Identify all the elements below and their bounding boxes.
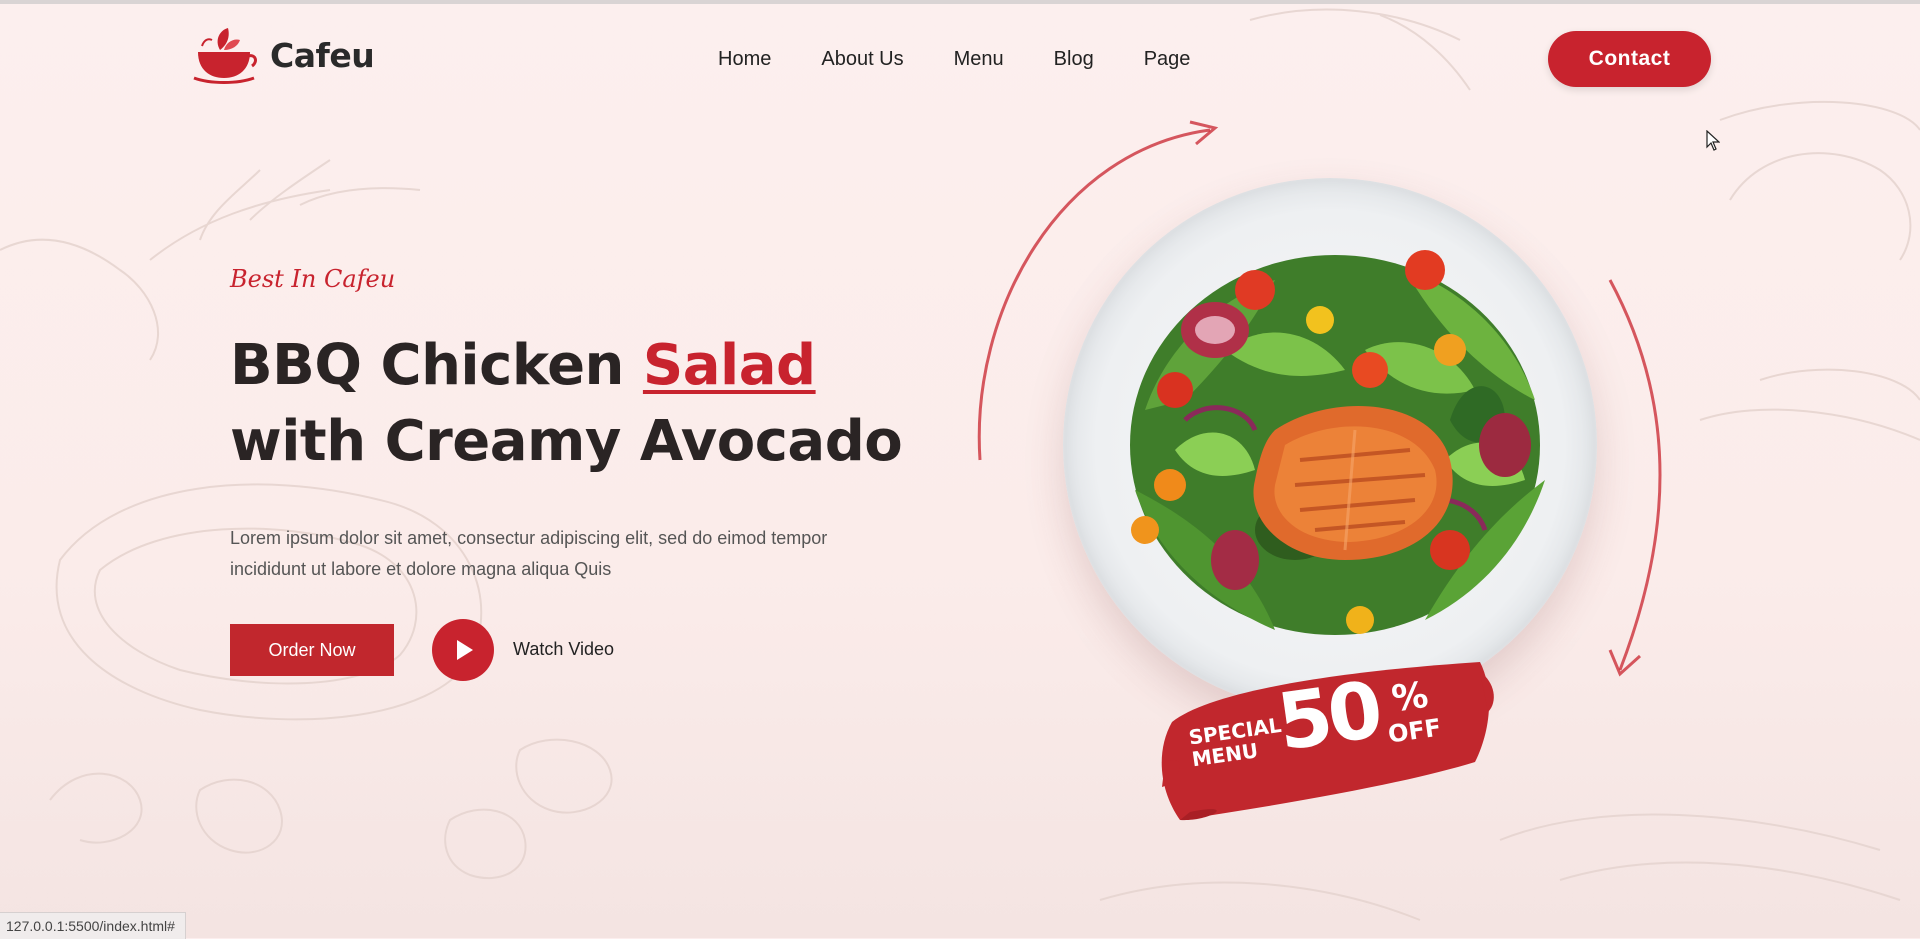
- main-nav: Home About Us Menu Blog Page: [718, 48, 1190, 71]
- salmon-salad-image: [1130, 250, 1545, 635]
- badge-discount-amount: 50: [1272, 665, 1385, 769]
- nav-item-menu[interactable]: Menu: [954, 48, 1004, 71]
- nav-item-home[interactable]: Home: [718, 48, 771, 71]
- headline-accent-word: Salad: [642, 333, 816, 398]
- brand-name: Cafeu: [270, 35, 375, 75]
- hero-description: Lorem ipsum dolor sit amet, consectur ad…: [230, 528, 828, 579]
- nav-item-about-us[interactable]: About Us: [821, 48, 903, 71]
- mouse-cursor-icon: [1706, 130, 1720, 151]
- play-icon: [457, 640, 473, 660]
- order-now-button[interactable]: Order Now: [230, 624, 394, 676]
- hero-headline: BBQ Chicken Salad with Creamy Avocado: [230, 328, 950, 480]
- play-video-button[interactable]: [432, 619, 494, 681]
- brand-logo[interactable]: Cafeu: [190, 26, 375, 84]
- badge-percent-sign: %: [1389, 674, 1431, 721]
- contact-button[interactable]: Contact: [1548, 31, 1711, 87]
- nav-item-page[interactable]: Page: [1144, 48, 1191, 71]
- browser-top-edge: [0, 0, 1920, 4]
- nav-item-blog[interactable]: Blog: [1054, 48, 1094, 71]
- watch-video-link[interactable]: Watch Video: [513, 639, 614, 660]
- hero-tagline: Best In Cafeu: [230, 265, 396, 293]
- headline-text-start: BBQ Chicken: [230, 333, 643, 398]
- browser-status-url: 127.0.0.1:5500/index.html#: [0, 912, 186, 939]
- teacup-leaf-icon: [193, 28, 257, 84]
- headline-text-end: with Creamy Avocado: [230, 409, 903, 474]
